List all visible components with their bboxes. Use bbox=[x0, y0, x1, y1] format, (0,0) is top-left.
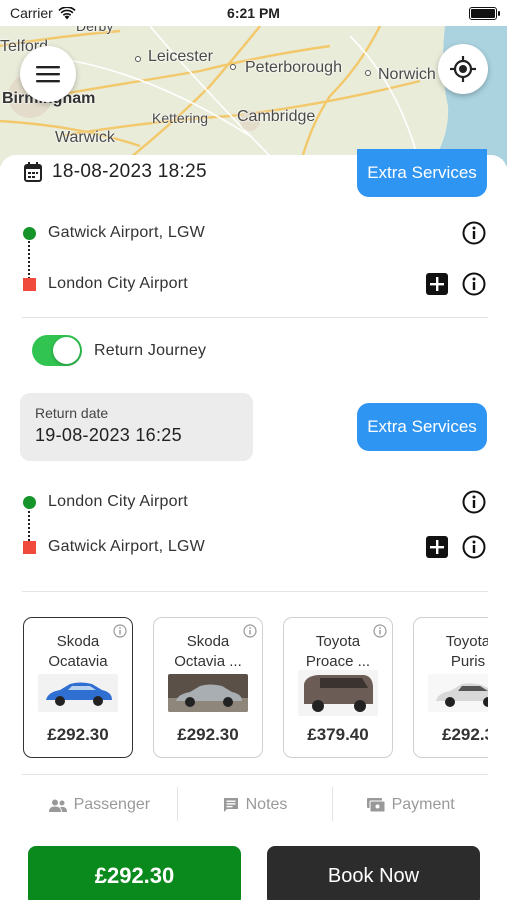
plus-icon bbox=[430, 540, 444, 554]
status-left: Carrier bbox=[10, 5, 76, 21]
vehicle-name: Toyota Proace ... bbox=[288, 632, 388, 672]
vehicle-card[interactable]: Skoda Ocatavia £292.30 bbox=[23, 617, 133, 758]
info-icon[interactable] bbox=[462, 221, 486, 245]
car-image bbox=[168, 674, 248, 712]
tab-passenger-label: Passenger bbox=[73, 796, 151, 813]
return-date-value: 19-08-2023 16:25 bbox=[35, 425, 182, 445]
map-dot bbox=[365, 70, 371, 76]
notes-icon bbox=[223, 798, 238, 812]
map-dot bbox=[230, 64, 236, 70]
van-image bbox=[298, 670, 378, 716]
book-now-button[interactable]: Book Now bbox=[267, 846, 480, 900]
tab-notes[interactable]: Notes bbox=[178, 787, 333, 823]
vehicle-price: £292.3 bbox=[442, 725, 488, 744]
pickup-marker-icon bbox=[23, 226, 36, 240]
battery-fill bbox=[471, 8, 495, 18]
pickup-location: Gatwick Airport, LGW bbox=[48, 224, 205, 241]
battery-icon bbox=[469, 6, 500, 20]
vehicle-card[interactable]: Toyota Proace ... £379.40 bbox=[283, 617, 393, 758]
status-bar: Carrier 6:21 PM bbox=[0, 0, 507, 26]
divider bbox=[22, 774, 488, 775]
status-time: 6:21 PM bbox=[227, 5, 280, 21]
payment-icon bbox=[366, 798, 385, 812]
vehicle-name-line2: Proace ... bbox=[305, 653, 371, 670]
return-dropoff-row[interactable]: Gatwick Airport, LGW bbox=[22, 532, 488, 562]
map-dot bbox=[135, 56, 141, 62]
menu-button[interactable] bbox=[20, 46, 76, 102]
return-journey-label: Return Journey bbox=[94, 341, 207, 359]
info-icon[interactable] bbox=[462, 490, 486, 514]
return-pickup-row[interactable]: London City Airport bbox=[22, 487, 488, 517]
wifi-icon bbox=[58, 6, 76, 19]
tab-notes-label: Notes bbox=[245, 796, 288, 813]
map-label-peterborough: Peterborough bbox=[245, 59, 342, 76]
map-label-warwick: Warwick bbox=[55, 129, 115, 146]
vehicle-price: £292.30 bbox=[177, 725, 239, 744]
carrier-label: Carrier bbox=[10, 5, 53, 21]
add-stop-icon[interactable] bbox=[426, 273, 448, 295]
vehicle-name-line1: Toyota bbox=[445, 633, 488, 650]
toggle-knob bbox=[53, 337, 80, 364]
dropoff-marker-icon bbox=[23, 540, 36, 554]
tab-payment-label: Payment bbox=[391, 796, 455, 813]
info-icon[interactable] bbox=[462, 535, 486, 559]
return-dropoff-location: Gatwick Airport, LGW bbox=[48, 538, 205, 555]
map-label-derby: Derby bbox=[76, 26, 114, 34]
vehicle-name-line1: Toyota bbox=[315, 633, 361, 650]
car-image bbox=[428, 674, 488, 712]
info-icon[interactable] bbox=[462, 272, 486, 296]
pickup-location-row[interactable]: Gatwick Airport, LGW bbox=[22, 218, 488, 248]
divider bbox=[22, 317, 488, 318]
return-journey-row[interactable]: Return Journey bbox=[32, 335, 206, 366]
locate-me-button[interactable] bbox=[438, 44, 488, 94]
return-date-label: Return date bbox=[35, 405, 109, 421]
car-image bbox=[38, 674, 118, 712]
pickup-date-row[interactable]: 18-08-2023 18:25 bbox=[24, 161, 207, 183]
return-journey-toggle[interactable] bbox=[32, 335, 82, 366]
vehicle-list[interactable]: Skoda Ocatavia £292.30 Skoda Octavia ... bbox=[22, 616, 488, 761]
dropoff-marker-icon bbox=[23, 277, 36, 291]
map-label-norwich: Norwich bbox=[378, 66, 436, 83]
dropoff-location-row[interactable]: London City Airport bbox=[22, 269, 488, 299]
booking-sheet: 18-08-2023 18:25 Extra Services Gatwick … bbox=[0, 149, 507, 900]
plus-icon bbox=[430, 277, 444, 291]
pickup-marker-icon bbox=[23, 495, 36, 509]
map-label-cambridge: Cambridge bbox=[237, 108, 316, 125]
booking-tabs: Passenger Notes Payment bbox=[22, 787, 488, 823]
pickup-datetime: 18-08-2023 18:25 bbox=[52, 161, 207, 182]
vehicle-name-line2: Octavia ... bbox=[174, 653, 242, 670]
vehicle-price: £292.30 bbox=[47, 725, 109, 744]
vehicle-name: Skoda Ocatavia bbox=[28, 632, 128, 672]
return-extra-services-button[interactable]: Extra Services bbox=[357, 403, 487, 451]
map-view[interactable]: Telford Derby Leicester Peterborough Nor… bbox=[0, 26, 507, 166]
people-icon bbox=[48, 799, 67, 812]
return-date-field[interactable]: Return date 19-08-2023 16:25 bbox=[20, 393, 253, 461]
map-label-leicester: Leicester bbox=[148, 48, 213, 65]
vehicle-name-line2: Puris bbox=[450, 653, 486, 670]
return-pickup-location: London City Airport bbox=[48, 493, 188, 510]
crosshair-icon bbox=[450, 56, 476, 82]
total-price-button[interactable]: £292.30 bbox=[28, 846, 241, 900]
vehicle-name-line2: Ocatavia bbox=[48, 653, 108, 670]
vehicle-name: Skoda Octavia ... bbox=[158, 632, 258, 672]
vehicle-name: Toyota Puris bbox=[418, 632, 488, 672]
divider bbox=[22, 591, 488, 592]
tab-passenger[interactable]: Passenger bbox=[22, 787, 177, 823]
extra-services-button[interactable]: Extra Services bbox=[357, 149, 487, 197]
vehicle-card[interactable]: Skoda Octavia ... £292.30 bbox=[153, 617, 263, 758]
tab-payment[interactable]: Payment bbox=[333, 787, 488, 823]
hamburger-icon bbox=[36, 66, 60, 83]
vehicle-price: £379.40 bbox=[307, 725, 369, 744]
calendar-icon bbox=[24, 162, 42, 182]
vehicle-name-line1: Skoda bbox=[186, 633, 230, 650]
add-stop-icon[interactable] bbox=[426, 536, 448, 558]
map-label-kettering: Kettering bbox=[152, 110, 209, 126]
dropoff-location: London City Airport bbox=[48, 275, 188, 292]
vehicle-name-line1: Skoda bbox=[56, 633, 100, 650]
vehicle-card[interactable]: Toyota Puris £292.3 bbox=[413, 617, 488, 758]
